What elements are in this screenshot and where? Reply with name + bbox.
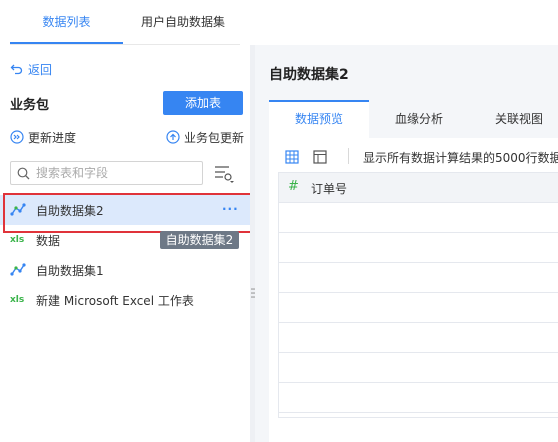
tab-lineage[interactable]: 血缘分析 (369, 100, 469, 138)
update-progress-button[interactable]: 更新进度 (10, 128, 76, 146)
grid-view-icon[interactable] (285, 150, 299, 164)
grid-header: # 订单号 (279, 173, 558, 203)
number-type-icon: # (288, 179, 299, 194)
xls-icon: xls (10, 295, 25, 305)
toolbar-divider (348, 148, 349, 164)
table-row (279, 383, 558, 413)
package-title: 业务包 (10, 98, 50, 113)
package-update-label: 业务包更新 (183, 130, 244, 145)
layout-icon[interactable] (313, 150, 327, 164)
preview-content: 显示所有数据计算结果的5000行数据 # 订单号 (269, 138, 558, 442)
right-panel: 自助数据集2 数据预览 血缘分析 关联视图 显示所有数据计算结果的5000行数据… (255, 45, 558, 442)
search-input[interactable] (36, 166, 196, 180)
xls-icon: xls (10, 235, 25, 245)
tooltip: 自助数据集2 (160, 231, 239, 249)
detail-tabs: 数据预览 血缘分析 关联视图 (269, 100, 558, 138)
column-header-order-id[interactable]: 订单号 (311, 180, 347, 197)
tab-data-preview[interactable]: 数据预览 (269, 100, 369, 138)
search-box[interactable] (10, 161, 203, 185)
tab-relation-view[interactable]: 关联视图 (469, 100, 558, 138)
back-label: 返回 (28, 62, 53, 77)
list-item-excel[interactable]: xls 新建 Microsoft Excel 工作表 (0, 285, 250, 315)
preview-info-text: 显示所有数据计算结果的5000行数据 (363, 151, 558, 165)
dataset-title: 自助数据集2 (269, 67, 349, 83)
tab-user-dataset[interactable]: 用户自助数据集 (123, 12, 243, 32)
list-item-label: 自助数据集1 (36, 263, 104, 278)
search-icon (17, 167, 30, 179)
highlight-box (3, 193, 274, 233)
add-table-button[interactable]: 添加表 (163, 91, 243, 115)
top-tabs: 数据列表 用户自助数据集 (0, 0, 558, 46)
package-update-button[interactable]: 业务包更新 (166, 128, 244, 146)
upload-icon (166, 130, 180, 144)
table-row (279, 293, 558, 323)
list-item-dataset1[interactable]: 自助数据集1 (0, 255, 250, 285)
list-item-label: 数据 (36, 233, 61, 248)
data-grid: # 订单号 (278, 172, 558, 418)
back-arrow-icon (10, 64, 23, 75)
table-row (279, 203, 558, 233)
progress-icon (10, 130, 24, 144)
table-row (279, 233, 558, 263)
table-row (279, 323, 558, 353)
back-link[interactable]: 返回 (10, 61, 52, 77)
table-row (279, 263, 558, 293)
update-progress-label: 更新进度 (28, 130, 77, 145)
update-row: 更新进度 业务包更新 (10, 128, 244, 146)
filter-icon[interactable] (212, 163, 236, 185)
dataset-icon (10, 263, 26, 276)
table-row (279, 353, 558, 383)
list-item-label: 新建 Microsoft Excel 工作表 (36, 293, 194, 308)
tab-data-list[interactable]: 数据列表 (10, 12, 123, 32)
preview-toolbar: 显示所有数据计算结果的5000行数据 (269, 138, 558, 172)
